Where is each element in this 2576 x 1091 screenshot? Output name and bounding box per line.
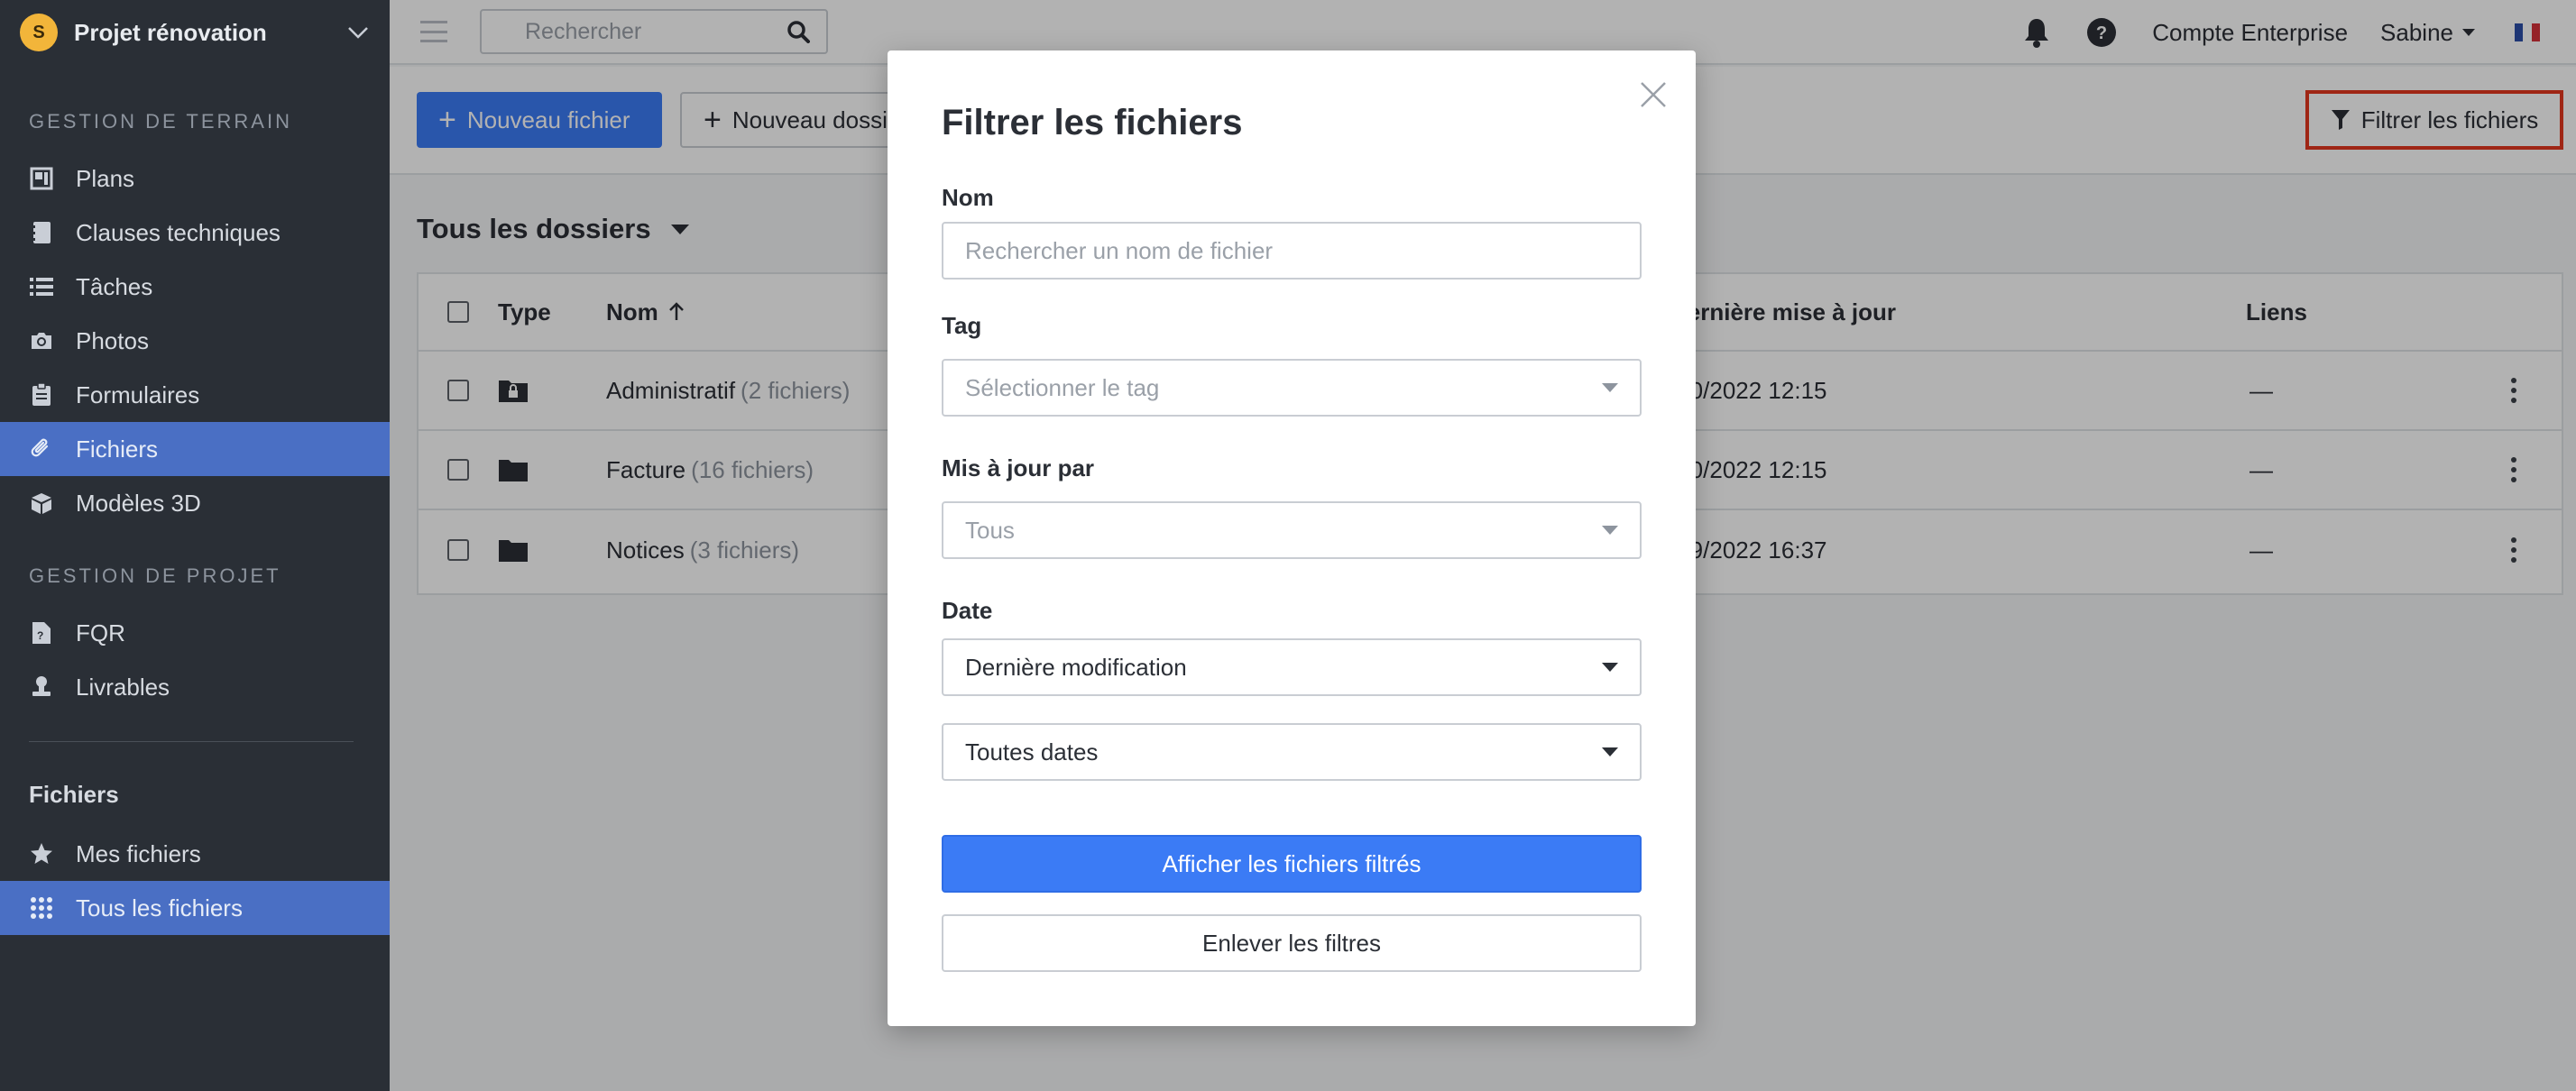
caret-down-icon (1602, 663, 1618, 672)
tag-select[interactable]: Sélectionner le tag (942, 359, 1642, 417)
date-type-select[interactable]: Dernière modification (942, 638, 1642, 696)
updated-by-label: Mis à jour par (942, 454, 1095, 481)
name-placeholder: Rechercher un nom de fichier (965, 236, 1274, 264)
clear-filters-button[interactable]: Enlever les filtres (942, 914, 1642, 972)
tag-label: Tag (942, 312, 982, 339)
name-label: Nom (942, 184, 994, 211)
date-range-value: Toutes dates (965, 738, 1099, 766)
name-search-input[interactable]: Rechercher un nom de fichier (942, 222, 1642, 280)
caret-down-icon (1602, 747, 1618, 756)
tag-placeholder: Sélectionner le tag (965, 373, 1160, 401)
sidebar-backdrop (0, 0, 390, 1091)
caret-down-icon (1602, 383, 1618, 392)
updated-by-value: Tous (965, 516, 1015, 544)
updated-by-select[interactable]: Tous (942, 501, 1642, 559)
date-label: Date (942, 597, 993, 624)
apply-filters-button[interactable]: Afficher les fichiers filtrés (942, 835, 1642, 893)
modal-title: Filtrer les fichiers (942, 103, 1243, 142)
date-type-value: Dernière modification (965, 653, 1187, 681)
filter-files-modal: Filtrer les fichiers Nom Rechercher un n… (888, 50, 1696, 1026)
date-range-select[interactable]: Toutes dates (942, 723, 1642, 781)
caret-down-icon (1602, 526, 1618, 535)
close-icon[interactable] (1638, 79, 1669, 110)
